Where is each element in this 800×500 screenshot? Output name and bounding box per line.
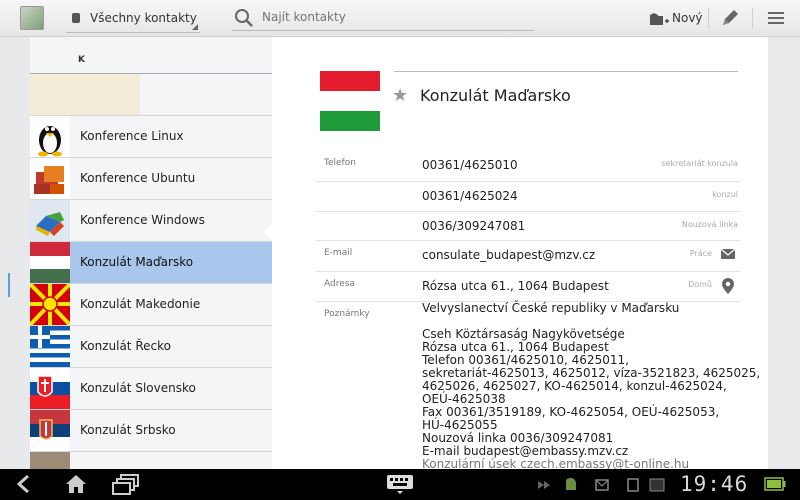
slovakia-flag-photo (30, 368, 70, 409)
contact-list-item[interactable]: Konzulát Makedonie (30, 284, 272, 326)
recent-apps-icon[interactable] (112, 473, 140, 495)
contact-name: Konzulát Řecko (80, 339, 171, 353)
favorite-star-icon[interactable]: ★ (392, 85, 408, 106)
note-line: sekretariát-4625013, 4625012, víza-35218… (422, 366, 761, 380)
address-type: Domů (688, 280, 712, 289)
notes-section-label: Poznámky (324, 309, 370, 319)
add-contact-icon (650, 13, 669, 25)
contact-list: K Konference Linux Konference Ubuntu Kon… (0, 37, 272, 493)
action-bar: Všechny kontakty Nový (0, 0, 800, 37)
phone-number: 0036/309247081 (422, 219, 526, 233)
clock: 19:46 (680, 472, 749, 496)
account-filter-dropdown[interactable]: Všechny kontakty (66, 4, 200, 33)
note-line: Cseh Köztársaság Nagykövetsége (422, 327, 625, 341)
contact-list-item[interactable]: Konference Windows (30, 200, 272, 242)
keyboard-icon[interactable] (386, 473, 414, 495)
phone-type: konzul (712, 190, 738, 199)
note-line: Rózsa utca 61., 1064 Budapest (422, 340, 609, 354)
contacts-filter-icon (72, 13, 80, 23)
search-box[interactable] (232, 4, 534, 31)
battery-icon (764, 477, 786, 491)
phone-row[interactable]: 00361/4625024 konzul (316, 181, 740, 212)
email-section-label: E-mail (324, 248, 353, 258)
email-type: Práce (689, 249, 712, 258)
toolbar-divider (752, 8, 753, 28)
system-bar: 19:46 (0, 469, 800, 500)
email-address: consulate_budapest@mzv.cz (422, 248, 596, 262)
section-header: K (30, 51, 272, 74)
contact-name: Konzulát Maďarsko (80, 255, 194, 269)
phone-number: 00361/4625024 (422, 189, 518, 203)
serbia-flag-photo (30, 410, 70, 451)
contact-detail-card: ★ Konzulát Maďarsko Telefon 00361/462501… (272, 37, 768, 469)
overflow-menu-icon[interactable] (764, 6, 788, 30)
ubuntu-conference-photo (30, 158, 70, 199)
contact-photo (30, 74, 140, 115)
toolbar-divider (708, 8, 709, 28)
note-line: Velvyslanectví České republiky v Maďarsk… (422, 301, 680, 315)
note-line: OEÚ-4625038 (422, 392, 506, 406)
hungary-flag-photo (30, 242, 70, 283)
contact-name: Konference Windows (80, 213, 205, 227)
header-divider (394, 71, 738, 72)
note-line: E-mail budapest@embassy.mzv.cz (422, 444, 629, 458)
section-header-letter: K (78, 55, 85, 65)
address-section-label: Adresa (324, 279, 355, 289)
contact-list-item[interactable]: Konzulát Srbsko (30, 410, 272, 452)
account-filter-label: Všechny kontakty (90, 11, 197, 25)
contact-display-name: Konzulát Maďarsko (420, 86, 571, 105)
hungary-flag-photo-large (320, 71, 380, 131)
note-line: Telefon 00361/4625010, 4625011, (422, 353, 629, 367)
contact-list-item[interactable] (30, 74, 272, 116)
phone-number: 00361/4625010 (422, 158, 518, 172)
note-line: HÚ-4625055 (422, 418, 498, 432)
contact-list-item[interactable]: Konzulát Řecko (30, 326, 272, 368)
phone-row[interactable]: Telefon 00361/4625010 sekretariát konzul… (316, 150, 740, 182)
send-email-icon[interactable] (720, 247, 736, 261)
postal-address: Rózsa utca 61., 1064 Budapest (422, 279, 609, 293)
phone-row[interactable]: 0036/309247081 Nouzová linka (316, 211, 740, 241)
note-line: 4625026, 4625027, KO-4625014, konzul-462… (422, 379, 727, 393)
note-line: Konzulární úsek czech.embassy@t-online.h… (422, 457, 690, 469)
search-input[interactable] (260, 7, 524, 27)
contact-list-item[interactable]: Konzulát Slovensko (30, 368, 272, 410)
contact-list-item[interactable]: Konference Ubuntu (30, 158, 272, 200)
edit-pencil-icon[interactable] (718, 6, 742, 30)
dropdown-corner-icon (192, 24, 198, 30)
greece-flag-photo (30, 326, 70, 367)
new-contact-label: Nový (672, 11, 703, 25)
contact-list-item-selected[interactable]: Konzulát Maďarsko (30, 242, 272, 284)
contact-list-item[interactable]: Konference Linux (30, 116, 272, 158)
linux-penguin-photo (30, 116, 70, 157)
contacts-app-icon[interactable] (20, 6, 44, 30)
back-icon[interactable] (16, 474, 38, 494)
notification-icons[interactable] (536, 477, 676, 493)
contact-name: Konzulát Srbsko (80, 423, 176, 437)
phone-type: Nouzová linka (681, 220, 738, 229)
phone-section-label: Telefon (324, 158, 356, 168)
windows-conference-photo (30, 200, 70, 241)
macedonia-flag-photo (30, 284, 70, 325)
phone-type: sekretariát konzula (661, 159, 738, 168)
contact-name: Konference Linux (80, 129, 184, 143)
map-pin-icon[interactable] (722, 278, 734, 294)
note-line: Nouzová linka 0036/309247081 (422, 431, 614, 445)
email-row[interactable]: E-mail consulate_budapest@mzv.cz Práce (316, 240, 740, 272)
fast-scroll-handle[interactable] (8, 273, 18, 297)
note-line: Fax 00361/3519189, KO-4625054, OEÚ-46250… (422, 405, 720, 419)
search-icon (235, 9, 253, 27)
address-row[interactable]: Adresa Rózsa utca 61., 1064 Budapest Dom… (316, 271, 740, 302)
contact-name: Konzulát Makedonie (80, 297, 201, 311)
contact-name: Konzulát Slovensko (80, 381, 196, 395)
new-contact-button[interactable]: Nový (646, 5, 703, 31)
home-icon[interactable] (64, 473, 88, 495)
contact-name: Konference Ubuntu (80, 171, 196, 185)
